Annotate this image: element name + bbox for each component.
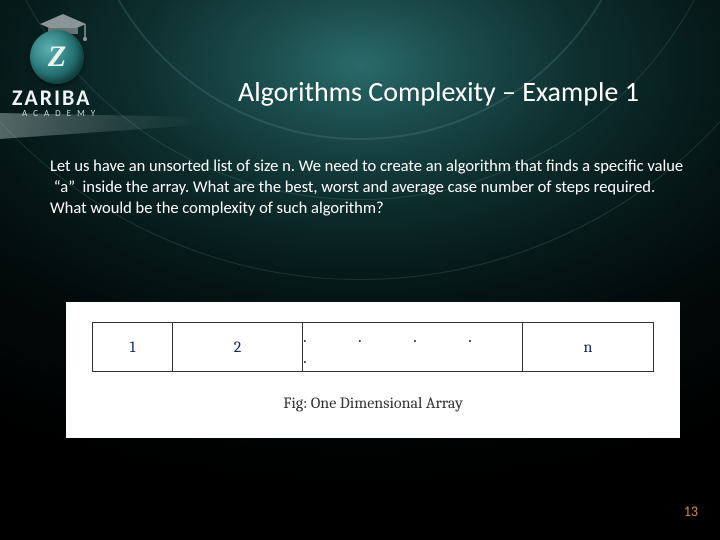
logo-letter: Z bbox=[48, 40, 66, 74]
array-row: 1 2 . . . . . n bbox=[92, 322, 654, 372]
array-cell-2: 2 bbox=[173, 323, 303, 371]
logo-medallion: Z bbox=[30, 30, 84, 84]
page-number: 13 bbox=[684, 503, 698, 520]
slide: Z ZARIBA ACADEMY Algorithms Complexity –… bbox=[0, 0, 720, 540]
paragraph-1: Let us have an unsorted list of size n. … bbox=[50, 156, 684, 198]
figure-array: 1 2 . . . . . n Fig: One Dimensional Arr… bbox=[66, 302, 680, 438]
array-cell-1: 1 bbox=[93, 323, 173, 371]
brand-name: ZARIBA bbox=[12, 84, 91, 111]
figure-caption: Fig: One Dimensional Array bbox=[92, 394, 654, 412]
slide-title: Algorithms Complexity – Example 1 bbox=[238, 74, 720, 109]
array-cell-dots: . . . . . bbox=[303, 323, 523, 371]
array-cell-n: n bbox=[523, 323, 653, 371]
paragraph-2: What would be the complexity of such alg… bbox=[50, 198, 684, 219]
slide-body: Let us have an unsorted list of size n. … bbox=[50, 156, 684, 219]
logo: Z ZARIBA ACADEMY bbox=[8, 6, 128, 126]
